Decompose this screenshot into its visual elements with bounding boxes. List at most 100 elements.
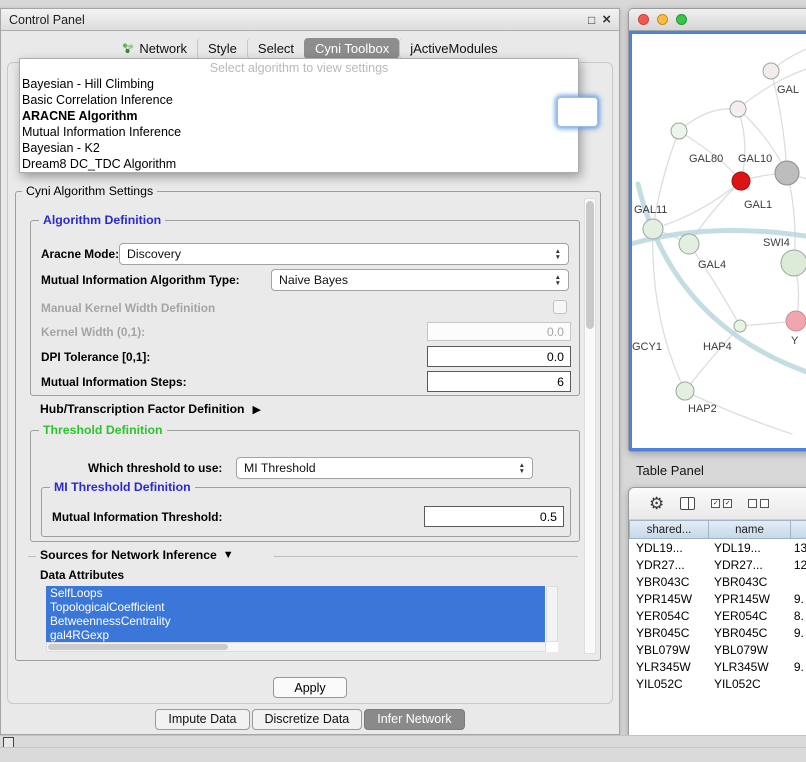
network-edge[interactable] <box>689 244 740 326</box>
manual-kernel-width-checkbox[interactable] <box>553 300 567 314</box>
kernel-width-input[interactable]: 0.0 <box>427 322 571 341</box>
tab-style[interactable]: Style <box>197 38 247 59</box>
scrollbar-thumb[interactable] <box>48 644 228 650</box>
close-window-icon[interactable]: × <box>602 14 611 26</box>
unchecked-box-icon <box>748 499 757 508</box>
network-canvas[interactable]: GALGAL80GAL10GAL11GAL1SWI4GAL4GCY1HAP4YH… <box>632 34 806 450</box>
mi-threshold-label: Mutual Information Threshold: <box>52 506 222 528</box>
attribute-item-betweennesscentrality[interactable]: BetweennessCentrality <box>46 614 545 628</box>
close-window-icon[interactable] <box>638 14 649 25</box>
divider <box>28 556 36 557</box>
list-vertical-scrollbar[interactable] <box>546 586 558 642</box>
network-node[interactable] <box>786 311 806 331</box>
hub-definition-expander[interactable]: Hub/Transcription Factor Definition ▶ <box>40 402 261 416</box>
minimize-window-icon[interactable] <box>657 14 668 25</box>
network-node[interactable] <box>679 234 699 254</box>
zoom-window-icon[interactable] <box>676 14 687 25</box>
table-row[interactable]: YLR345WYLR345W9. <box>629 658 806 675</box>
node-label: GAL4 <box>698 259 726 271</box>
tab-impute-data[interactable]: Impute Data <box>155 709 249 730</box>
network-node[interactable] <box>643 219 663 239</box>
select-all-icon[interactable]: ✓✓ <box>711 499 732 508</box>
table-row[interactable]: YBR045CYBR045C9. <box>629 624 806 641</box>
list-horizontal-scrollbar[interactable] <box>46 642 546 652</box>
cyni-algorithm-settings-group: Cyni Algorithm Settings Algorithm Defini… <box>15 191 601 661</box>
attribute-item-gal4rgexp[interactable]: gal4RGexp <box>46 628 545 642</box>
scrollbar-thumb[interactable] <box>586 201 594 329</box>
deselect-all-icon[interactable] <box>748 499 769 508</box>
algorithm-option-mutual-information-inference[interactable]: Mutual Information Inference <box>20 124 578 140</box>
column-header-name[interactable]: name <box>709 520 791 539</box>
network-edge[interactable] <box>679 109 738 131</box>
network-edge[interactable] <box>689 181 741 244</box>
network-edge[interactable] <box>685 326 740 391</box>
dpi-tolerance-input[interactable]: 0.0 <box>427 346 571 367</box>
network-edge[interactable] <box>653 229 685 391</box>
column-header-col2[interactable] <box>791 520 806 539</box>
dpi-tolerance-label: DPI Tolerance [0,1]: <box>41 346 150 368</box>
node-label: GCY1 <box>632 341 662 353</box>
table-row[interactable]: YER054CYER054C8. <box>629 607 806 624</box>
network-node[interactable] <box>671 123 687 139</box>
attribute-item-topologicalcoefficient[interactable]: TopologicalCoefficient <box>46 600 545 614</box>
network-node[interactable] <box>730 101 746 117</box>
table-row[interactable]: YDR27...YDR27...12 <box>629 556 806 573</box>
table-row[interactable]: YIL052CYIL052C <box>629 675 806 692</box>
network-node[interactable] <box>775 161 799 185</box>
tab-cyni-toolbox[interactable]: Cyni Toolbox <box>304 38 399 59</box>
float-window-icon[interactable]: □ <box>588 14 595 26</box>
tab-discretize-data[interactable]: Discretize Data <box>252 709 363 730</box>
algorithm-option-bayesian-k2[interactable]: Bayesian - K2 <box>20 140 578 156</box>
tab-infer-network[interactable]: Infer Network <box>364 709 464 730</box>
spinner-arrows-icon: ▲▼ <box>519 463 525 474</box>
checked-box-icon: ✓ <box>711 499 720 508</box>
aracne-mode-select[interactable]: Discovery ▲▼ <box>119 243 569 265</box>
attribute-item-selfloops[interactable]: SelfLoops <box>46 586 545 600</box>
table-cell: YBL079W <box>707 643 787 657</box>
column-header-shared[interactable]: shared... <box>629 520 709 539</box>
apply-button[interactable]: Apply <box>273 677 347 698</box>
network-node[interactable] <box>763 63 779 79</box>
threshold-type-select[interactable]: MI Threshold ▲▼ <box>236 457 533 479</box>
sources-expander[interactable]: Sources for Network Inference ▼ <box>40 548 234 562</box>
network-node[interactable] <box>734 320 746 332</box>
network-edge[interactable] <box>738 109 745 181</box>
algorithm-definition-group: Algorithm Definition Aracne Mode: Discov… <box>30 220 580 396</box>
window-buttons: □ × <box>588 14 611 26</box>
mi-steps-input[interactable]: 6 <box>427 371 571 392</box>
column-selector-icon[interactable] <box>680 497 695 510</box>
algorithm-option-aracne-algorithm[interactable]: ARACNE Algorithm <box>20 108 578 124</box>
focused-widget-fragment[interactable] <box>557 97 598 127</box>
table-header-row: shared...name <box>629 520 806 539</box>
threshold-type-value: MI Threshold <box>244 461 316 475</box>
data-attributes-listbox[interactable]: SelfLoopsTopologicalCoefficientBetweenne… <box>46 586 558 652</box>
table-cell: YBR043C <box>629 575 707 589</box>
node-label: HAP4 <box>703 341 732 353</box>
algorithm-option-bayesian-hill-climbing[interactable]: Bayesian - Hill Climbing <box>20 76 578 92</box>
network-node[interactable] <box>676 382 694 400</box>
table-row[interactable]: YPR145WYPR145W9. <box>629 590 806 607</box>
tab-network[interactable]: Network <box>112 38 197 59</box>
window-title: Control Panel <box>9 13 85 27</box>
network-node[interactable] <box>781 250 806 276</box>
algorithm-option-basic-correlation-inference[interactable]: Basic Correlation Inference <box>20 92 578 108</box>
algorithm-option-dream8-dc-tdc-algorithm[interactable]: Dream8 DC_TDC Algorithm <box>20 156 578 172</box>
control-panel-titlebar[interactable]: Control Panel □ × <box>1 9 619 31</box>
network-edge[interactable] <box>787 173 795 263</box>
settings-gear-icon[interactable]: ⚙ <box>649 495 664 512</box>
tab-select[interactable]: Select <box>247 38 304 59</box>
bottom-tab-bar: Impute DataDiscretize DataInfer Network <box>1 709 619 730</box>
table-row[interactable]: YBL079WYBL079W <box>629 641 806 658</box>
table-row[interactable]: YBR043CYBR043C <box>629 573 806 590</box>
network-node[interactable] <box>732 172 750 190</box>
table-cell: YIL052C <box>707 677 787 691</box>
tab-bar: NetworkStyleSelectCyni ToolboxjActiveMod… <box>1 36 619 60</box>
settings-scrollbar[interactable] <box>584 198 596 654</box>
table-cell: YPR145W <box>629 592 707 606</box>
tab-jactivemodules[interactable]: jActiveModules <box>399 38 507 59</box>
mi-algorithm-type-select[interactable]: Naive Bayes ▲▼ <box>271 269 569 291</box>
table-row[interactable]: YDL19...YDL19...13 <box>629 539 806 556</box>
mi-threshold-input[interactable]: 0.5 <box>424 506 564 527</box>
table-cell: 8. <box>787 609 806 623</box>
network-window-titlebar[interactable] <box>629 9 806 31</box>
